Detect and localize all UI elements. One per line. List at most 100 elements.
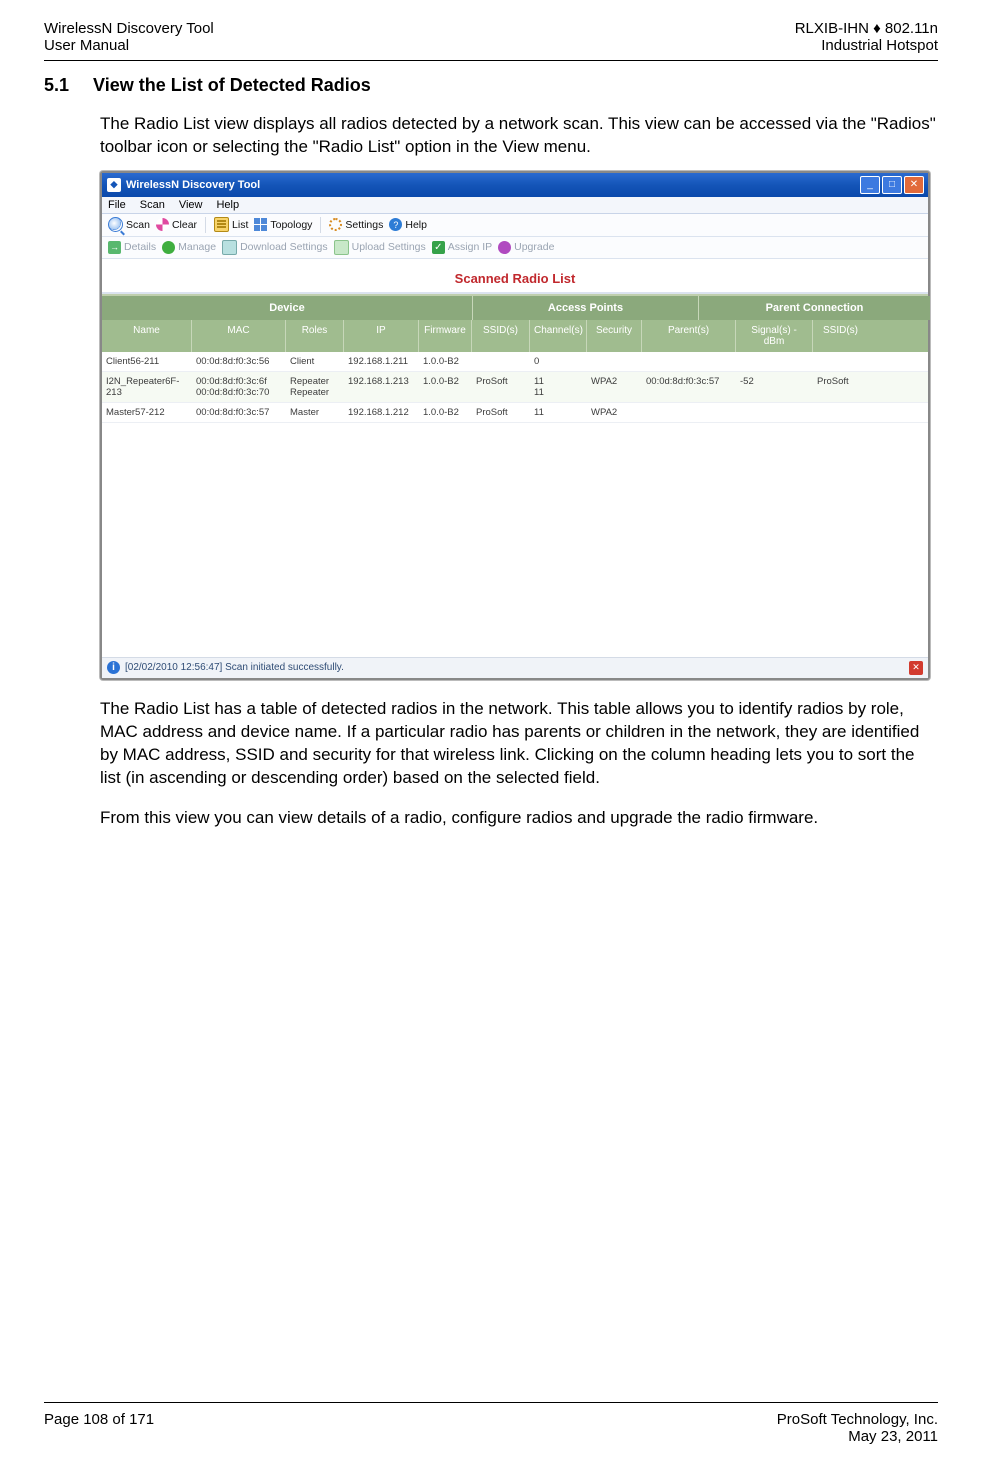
cell-firmware: 1.0.0-B2: [419, 372, 472, 402]
toolbar-secondary: Details Manage Download Settings Upload …: [102, 237, 928, 259]
cell-name: Client56-211: [102, 352, 192, 371]
cell-mac: 00:0d:8d:f0:3c:56: [192, 352, 286, 371]
cell-signal: [736, 403, 813, 422]
cell-name: I2N_Repeater6F-213: [102, 372, 192, 402]
close-button[interactable]: ✕: [904, 176, 924, 194]
download-settings-button[interactable]: Download Settings: [222, 240, 328, 255]
table-row[interactable]: Client56-211 00:0d:8d:f0:3c:56 Client 19…: [102, 352, 928, 372]
col-ip[interactable]: IP: [344, 320, 419, 352]
col-security[interactable]: Security: [587, 320, 642, 352]
scan-button[interactable]: Scan: [108, 217, 150, 232]
group-header-device: Device: [102, 296, 473, 320]
clear-button[interactable]: Clear: [156, 218, 197, 231]
section-title: View the List of Detected Radios: [93, 75, 371, 96]
col-firmware[interactable]: Firmware: [419, 320, 472, 352]
settings-button[interactable]: Settings: [329, 218, 383, 231]
app-screenshot: ◆ WirelessN Discovery Tool _ □ ✕ File Sc…: [100, 171, 930, 680]
help-label: Help: [405, 219, 427, 231]
column-header-row: Name MAC Roles IP Firmware SSID(s) Chann…: [102, 320, 928, 352]
col-channel[interactable]: Channel(s): [530, 320, 587, 352]
menu-scan[interactable]: Scan: [140, 199, 165, 211]
upload-settings-button[interactable]: Upload Settings: [334, 240, 426, 255]
col-mac[interactable]: MAC: [192, 320, 286, 352]
topology-icon: [254, 218, 267, 231]
group-header-parent-connection: Parent Connection: [699, 296, 930, 320]
section-heading: 5.1 View the List of Detected Radios: [44, 75, 938, 96]
details-button[interactable]: Details: [108, 241, 156, 254]
col-ssid2[interactable]: SSID(s): [813, 320, 868, 352]
cell-parent: 00:0d:8d:f0:3c:57: [642, 372, 736, 402]
cell-security: WPA2: [587, 403, 642, 422]
menu-help[interactable]: Help: [216, 199, 239, 211]
section-number: 5.1: [44, 75, 69, 96]
menu-file[interactable]: File: [108, 199, 126, 211]
header-product: RLXIB-IHN ♦ 802.11n: [795, 20, 938, 37]
table-body: Client56-211 00:0d:8d:f0:3c:56 Client 19…: [102, 352, 928, 423]
col-roles[interactable]: Roles: [286, 320, 344, 352]
details-label: Details: [124, 241, 156, 253]
maximize-button[interactable]: □: [882, 176, 902, 194]
cell-parent: [642, 352, 736, 371]
cell-mac: 00:0d:8d:f0:3c:57: [192, 403, 286, 422]
col-ssid[interactable]: SSID(s): [472, 320, 530, 352]
cell-ssid: [472, 352, 530, 371]
gear-icon: [329, 218, 342, 231]
cell-security: WPA2: [587, 372, 642, 402]
toolbar-divider: [205, 217, 206, 233]
assign-ip-button[interactable]: ✓Assign IP: [432, 241, 492, 254]
cell-ip: 192.168.1.212: [344, 403, 419, 422]
header-subtitle: User Manual: [44, 37, 214, 54]
cell-signal: -52: [736, 372, 813, 402]
footer-divider: [44, 1402, 938, 1403]
cell-ssid2: [813, 403, 868, 422]
minimize-button[interactable]: _: [860, 176, 880, 194]
list-icon: [214, 217, 229, 232]
help-icon: ?: [389, 218, 402, 231]
help-button[interactable]: ?Help: [389, 218, 427, 231]
cell-parent: [642, 403, 736, 422]
table-row[interactable]: Master57-212 00:0d:8d:f0:3c:57 Master 19…: [102, 403, 928, 423]
toolbar-primary: Scan Clear List Topology Settings ?Help: [102, 214, 928, 237]
cell-channel: 11 11: [530, 372, 587, 402]
cell-ssid: ProSoft: [472, 372, 530, 402]
window-title: WirelessN Discovery Tool: [126, 179, 260, 191]
assign-ip-label: Assign IP: [448, 241, 492, 253]
list-label: List: [232, 219, 248, 231]
manage-label: Manage: [178, 241, 216, 253]
title-bar[interactable]: ◆ WirelessN Discovery Tool _ □ ✕: [102, 173, 928, 197]
page-footer: Page 108 of 171 ProSoft Technology, Inc.…: [44, 1394, 938, 1445]
cell-ssid: ProSoft: [472, 403, 530, 422]
manage-button[interactable]: Manage: [162, 241, 216, 254]
menu-view[interactable]: View: [179, 199, 203, 211]
col-name[interactable]: Name: [102, 320, 192, 352]
download-label: Download Settings: [240, 241, 328, 253]
settings-label: Settings: [345, 219, 383, 231]
header-doc-title: WirelessN Discovery Tool: [44, 20, 214, 37]
list-button[interactable]: List: [214, 217, 248, 232]
upload-icon: [334, 240, 349, 255]
cell-roles: Client: [286, 352, 344, 371]
status-close-button[interactable]: ✕: [909, 661, 923, 675]
details-icon: [108, 241, 121, 254]
table-row[interactable]: I2N_Repeater6F-213 00:0d:8d:f0:3c:6f 00:…: [102, 372, 928, 403]
check-icon: ✓: [432, 241, 445, 254]
scan-label: Scan: [126, 219, 150, 231]
cell-firmware: 1.0.0-B2: [419, 352, 472, 371]
status-bar: i [02/02/2010 12:56:47] Scan initiated s…: [102, 657, 928, 678]
page-number: Page 108 of 171: [44, 1411, 154, 1445]
cell-firmware: 1.0.0-B2: [419, 403, 472, 422]
cell-name: Master57-212: [102, 403, 192, 422]
upgrade-button[interactable]: Upgrade: [498, 241, 554, 254]
cell-roles: Repeater Repeater: [286, 372, 344, 402]
globe-icon: [162, 241, 175, 254]
col-signal[interactable]: Signal(s) - dBm: [736, 320, 813, 352]
upgrade-label: Upgrade: [514, 241, 554, 253]
column-group-header-row: Device Access Points Parent Connection: [102, 294, 928, 320]
col-parent[interactable]: Parent(s): [642, 320, 736, 352]
cell-ip: 192.168.1.213: [344, 372, 419, 402]
cell-channel: 0: [530, 352, 587, 371]
topology-button[interactable]: Topology: [254, 218, 312, 231]
footer-date: May 23, 2011: [777, 1428, 938, 1445]
info-icon: i: [107, 661, 120, 674]
footer-company: ProSoft Technology, Inc.: [777, 1411, 938, 1428]
